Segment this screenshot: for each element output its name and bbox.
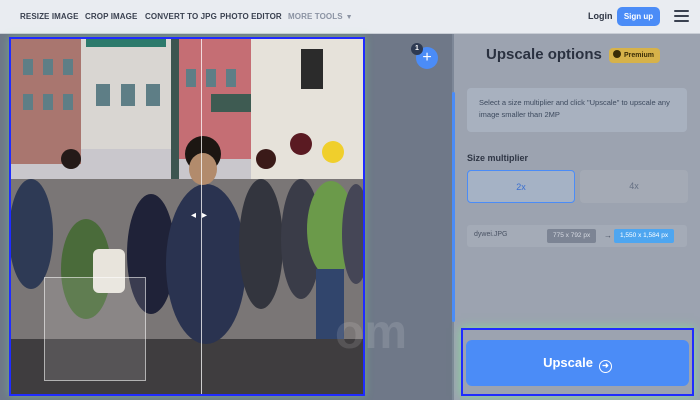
- upscale-button-label: Upscale: [543, 355, 593, 370]
- file-name: dywei.JPG: [474, 231, 508, 238]
- top-navigation: RESIZE IMAGE CROP IMAGE CONVERT TO JPG P…: [0, 0, 700, 34]
- premium-badge: Premium: [609, 48, 660, 63]
- original-dimensions: 775 x 792 px: [547, 229, 597, 243]
- nav-more-tools[interactable]: MORE TOOLS ▼: [288, 12, 353, 21]
- hamburger-menu-icon[interactable]: [674, 10, 689, 22]
- nav-convert-to-jpg[interactable]: CONVERT TO JPG: [145, 12, 217, 21]
- file-size-row: dywei.JPG 775 x 792 px → 1,550 x 1,584 p…: [467, 225, 687, 247]
- watermark-text: om: [335, 306, 407, 359]
- image-count-badge: 1: [411, 43, 423, 55]
- compare-slider-handle-icon[interactable]: ◂▸: [188, 209, 216, 223]
- nav-photo-editor[interactable]: PHOTO EDITOR: [220, 12, 282, 21]
- upscale-button-area: Upscale ➜: [461, 328, 694, 396]
- info-message: Select a size multiplier and click "Upsc…: [467, 88, 687, 132]
- panel-scrollbar[interactable]: [452, 92, 455, 322]
- panel-title: Upscale options: [486, 46, 602, 63]
- caret-down-icon: ▼: [345, 14, 353, 21]
- premium-label: Premium: [624, 52, 654, 59]
- size-multiplier-label: Size multiplier: [467, 153, 529, 163]
- signup-button[interactable]: Sign up: [617, 7, 660, 26]
- multiplier-2x-button[interactable]: 2x: [467, 170, 575, 203]
- arrow-right-icon: →: [604, 231, 612, 240]
- nav-crop-image[interactable]: CROP IMAGE: [85, 12, 137, 21]
- image-preview[interactable]: ◂▸: [9, 37, 365, 396]
- multiplier-4x-button[interactable]: 4x: [580, 170, 688, 203]
- upscale-button[interactable]: Upscale ➜: [466, 340, 689, 386]
- login-link[interactable]: Login: [588, 11, 613, 21]
- nav-more-tools-label: MORE TOOLS: [288, 12, 343, 21]
- zoom-preview-box[interactable]: [44, 277, 146, 381]
- premium-icon: [613, 50, 621, 58]
- nav-resize-image[interactable]: RESIZE IMAGE: [20, 12, 79, 21]
- upscaled-dimensions: 1,550 x 1,584 px: [614, 229, 675, 243]
- arrow-circle-right-icon: ➜: [598, 360, 612, 373]
